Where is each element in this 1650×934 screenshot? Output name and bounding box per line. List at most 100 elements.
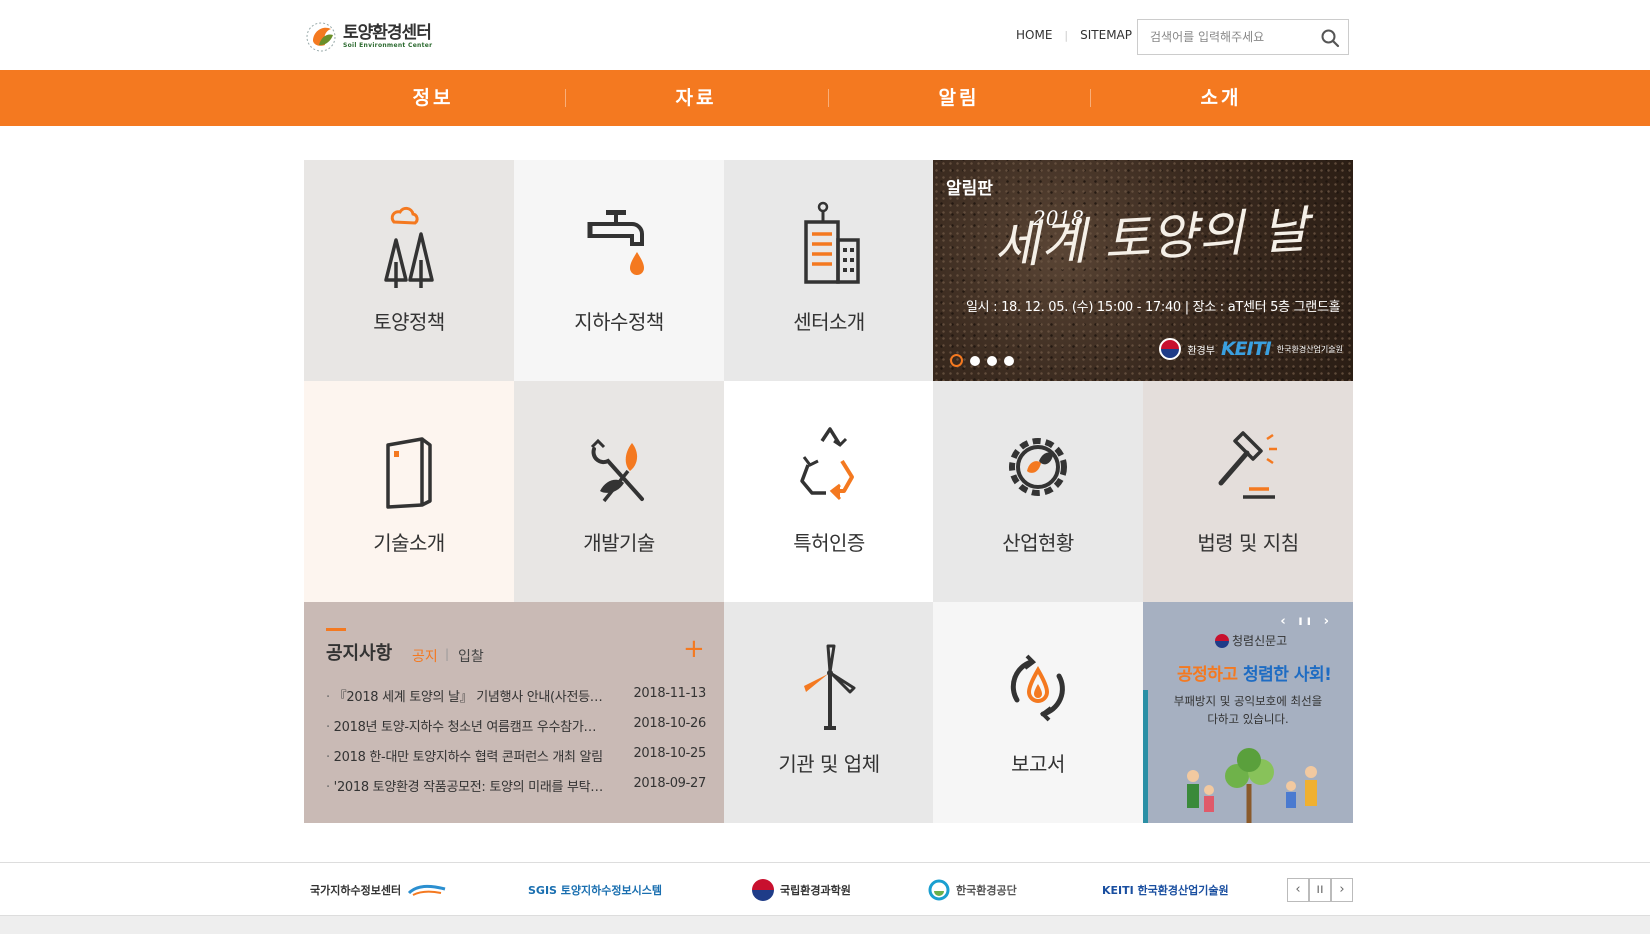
integrity-popup[interactable]: ‹ ıı › 청렴신문고 공정하고 청렴한 사회! 부패방지 및 공익보호에 최… [1143,602,1353,823]
nav-item-notice[interactable]: 알림 [828,70,1090,126]
keiti-subtitle: 한국환경산업기술원 [1276,344,1343,354]
search-icon[interactable] [1320,28,1340,48]
wind-turbine-icon [804,644,856,730]
notice-title: 공지사항 [326,643,393,664]
main-navigation: 정보 자료 알림 소개 [0,70,1650,126]
heading-part-blue: 청렴한 사회! [1242,665,1332,685]
gear-leaf-icon [1009,438,1067,496]
notice-board-banner[interactable]: 알림판 2018 세계 토양의 날 일시 : 18. 12. 05. (수) 1… [933,160,1353,381]
partner-prev-button[interactable]: ‹ [1287,878,1309,902]
brand-name: 청렴신문고 [1232,634,1288,648]
slide-dot-1[interactable] [950,354,963,367]
tile-groundwater-policy[interactable]: 지하수정책 [514,160,724,381]
search-input[interactable] [1138,20,1308,54]
taegeuk-icon [752,879,774,901]
tile-label: 개발기술 [583,531,655,555]
taegeuk-icon [1159,338,1182,360]
tile-patent[interactable]: 특허인증 [724,381,934,602]
tile-label: 법령 및 지침 [1197,531,1299,555]
tile-label: 기관 및 업체 [778,752,880,776]
notice-panel: 공지사항 공지 | 입찰 + 『2018 세계 토양의 날』 기념행사 안내(사… [304,602,724,823]
partner-name: KEITI 한국환경산업기술원 [1102,884,1229,897]
nav-item-data[interactable]: 자료 [565,70,827,126]
notice-item-title[interactable]: '2018 토양환경 작품공모전: 토양의 미래를 부탁… [326,776,616,806]
popup-brand: 청렴신문고 [1215,632,1287,649]
tile-center-intro[interactable]: 센터소개 [724,160,934,381]
search-box [1137,19,1349,55]
logo-mark-icon [305,19,339,53]
ministry-name: 환경부 [1187,345,1215,357]
tile-label: 기술소개 [373,531,445,555]
tile-dev-tech[interactable]: 개발기술 [514,381,724,602]
building-icon [804,201,860,284]
slide-dot-2[interactable] [970,355,980,366]
family-tree-illustration [1187,748,1317,823]
partner-name: 국가지하수정보센터 [310,884,402,897]
tile-label: 보고서 [1011,752,1065,776]
notice-item-date: 2018-11-13 [633,686,706,701]
nav-item-about[interactable]: 소개 [1090,70,1352,126]
utility-links: HOME | SITEMAP [1016,28,1132,42]
tools-leaf-icon [590,438,644,503]
banner-pagination [950,354,1014,367]
popup-accent-edge [1143,690,1148,823]
notice-item-date: 2018-10-25 [633,746,706,761]
trees-cloud-icon [384,206,434,288]
partner-name: 국립환경과학원 [780,884,851,897]
partner-link[interactable]: KEITI 한국환경산업기술원 [1102,863,1229,917]
tile-soil-policy[interactable]: 토양정책 [304,160,514,381]
util-separator: | [1064,28,1069,42]
list-item[interactable]: '2018 토양환경 작품공모전: 토양의 미래를 부탁… 2018-09-27 [326,776,707,806]
heading-part-orange: 공정하고 [1177,665,1238,685]
partner-link[interactable]: 국립환경과학원 [752,863,851,917]
partner-name: 한국환경공단 [956,884,1017,897]
nav-item-info[interactable]: 정보 [302,70,564,126]
taegeuk-icon [1215,633,1229,648]
recycle-icon [800,427,854,501]
tile-label: 산업현황 [1002,531,1074,555]
notice-list: 『2018 세계 토양의 날』 기념행사 안내(사전등… 2018-11-13 2… [326,686,707,806]
home-link[interactable]: HOME [1016,28,1052,42]
list-item[interactable]: 2018 한-대만 토양지하수 협력 콘퍼런스 개최 알림 2018-10-25 [326,746,707,776]
more-plus-icon[interactable]: + [683,636,705,662]
partner-link[interactable]: SGIS 토양지하수정보시스템 [528,863,662,917]
wave-logo-icon [408,884,446,896]
title-accent-bar [326,628,346,631]
tile-law[interactable]: 법령 및 지침 [1143,381,1353,602]
tab-notice[interactable]: 공지 [412,646,438,666]
site-logo[interactable]: 토양환경센터 Soil Environment Center [305,16,445,56]
tile-report[interactable]: 보고서 [933,602,1143,823]
tab-bid[interactable]: 입찰 [458,646,484,666]
partner-logo-bar: 국가지하수정보센터 SGIS 토양지하수정보시스템 국립환경과학원 한국환경공단… [0,862,1650,916]
slide-dot-3[interactable] [987,355,997,366]
keiti-logo: KEITI [1220,338,1272,360]
banner-sponsor-logos: 환경부 KEITI 한국환경산업기술원 [1159,338,1343,360]
partner-link[interactable]: 한국환경공단 [928,863,1017,917]
partner-pause-button[interactable]: ıı [1309,878,1331,902]
tile-tech-intro[interactable]: 기술소개 [304,381,514,602]
notice-item-title[interactable]: 2018년 토양-지하수 청소년 여름캠프 우수참가… [326,716,616,746]
korea-env-corp-icon [928,879,950,901]
banner-event-info: 일시 : 18. 12. 05. (수) 15:00 - 17:40 | 장소 … [966,300,1341,315]
banner-label: 알림판 [946,179,993,199]
slide-dot-4[interactable] [1004,355,1014,366]
tile-label: 센터소개 [793,310,865,334]
logo-text-korean: 토양환경센터 [343,22,432,43]
notice-item-title[interactable]: 『2018 세계 토양의 날』 기념행사 안내(사전등… [326,686,616,716]
tile-industry[interactable]: 산업현황 [933,381,1143,602]
popup-subtext: 부패방지 및 공익보호에 최선을 다하고 있습니다. [1173,694,1323,726]
footer-strip [0,916,1650,934]
sitemap-link[interactable]: SITEMAP [1080,28,1132,42]
gavel-icon [1218,431,1277,499]
list-item[interactable]: 2018년 토양-지하수 청소년 여름캠프 우수참가… 2018-10-26 [326,716,707,746]
notice-item-date: 2018-09-27 [633,776,706,791]
tile-orgs[interactable]: 기관 및 업체 [724,602,934,823]
notice-item-title[interactable]: 2018 한-대만 토양지하수 협력 콘퍼런스 개최 알림 [326,746,616,776]
tab-separator: | [445,647,450,661]
popup-slider-controls[interactable]: ‹ ıı › [1280,614,1333,629]
popup-heading: 공정하고 청렴한 사회! [1177,660,1332,685]
partner-link[interactable]: 국가지하수정보센터 [310,863,447,917]
partner-next-button[interactable]: › [1331,878,1353,902]
faucet-icon [587,210,644,275]
list-item[interactable]: 『2018 세계 토양의 날』 기념행사 안내(사전등… 2018-11-13 [326,686,707,716]
